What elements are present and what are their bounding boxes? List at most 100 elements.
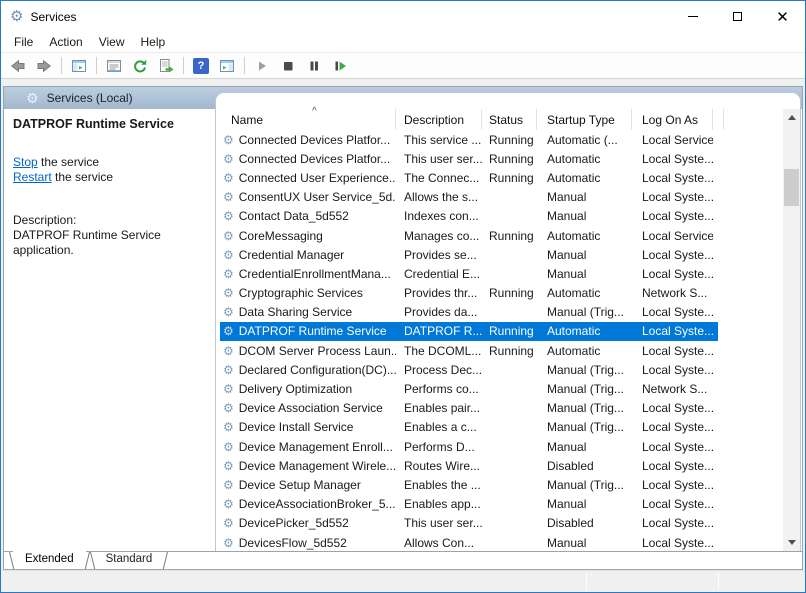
description-label: Description: xyxy=(13,213,202,228)
service-startup-type: Automatic (... xyxy=(537,130,632,149)
service-log-on-as: Local Service xyxy=(632,226,713,245)
row-extra xyxy=(713,149,718,168)
service-status: Running xyxy=(482,226,537,245)
scroll-down-button[interactable] xyxy=(783,534,800,551)
service-gear-icon: ⚙ xyxy=(223,134,234,146)
column-header-name[interactable]: Name ^ xyxy=(220,109,396,130)
service-name: CoreMessaging xyxy=(239,229,323,243)
row-extra xyxy=(713,303,718,322)
service-name: DevicePicker_5d552 xyxy=(239,516,349,530)
service-log-on-as: Network S... xyxy=(632,379,713,398)
menu-file[interactable]: File xyxy=(6,33,41,51)
row-extra xyxy=(713,514,718,533)
restart-service-button[interactable] xyxy=(328,54,352,77)
table-row[interactable]: ⚙DevicesFlow_5d552 Allows Con... Manual … xyxy=(220,533,783,551)
maximize-button[interactable] xyxy=(715,1,760,32)
table-row[interactable]: ⚙Device Association Service Enables pair… xyxy=(220,399,783,418)
forward-button[interactable] xyxy=(32,54,56,77)
service-log-on-as: Local Syste... xyxy=(632,514,713,533)
table-row[interactable]: ⚙Connected User Experience... The Connec… xyxy=(220,168,783,187)
scroll-up-button[interactable] xyxy=(783,109,800,126)
back-button[interactable] xyxy=(6,54,30,77)
vertical-scrollbar[interactable] xyxy=(783,109,800,551)
table-row[interactable]: ⚙Credential Manager Provides se... Manua… xyxy=(220,245,783,264)
menu-action[interactable]: Action xyxy=(41,33,90,51)
table-row[interactable]: ⚙DevicePicker_5d552 This user ser... Dis… xyxy=(220,514,783,533)
table-row[interactable]: ⚙Declared Configuration(DC)... Process D… xyxy=(220,360,783,379)
service-status xyxy=(482,495,537,514)
properties-button[interactable] xyxy=(102,54,126,77)
table-row[interactable]: ⚙DATPROF Runtime Service DATPROF R... Ru… xyxy=(220,322,783,341)
view-tab-strip: Extended Standard xyxy=(4,551,802,569)
row-extra xyxy=(713,245,718,264)
service-description: Provides da... xyxy=(396,303,482,322)
service-startup-type: Manual (Trig... xyxy=(537,475,632,494)
scroll-up-icon xyxy=(788,115,796,120)
table-row[interactable]: ⚙Device Management Wirele... Routes Wire… xyxy=(220,456,783,475)
column-header-description[interactable]: Description xyxy=(396,109,482,130)
table-row[interactable]: ⚙CredentialEnrollmentMana... Credential … xyxy=(220,264,783,283)
scrollbar-thumb[interactable] xyxy=(784,169,799,206)
table-row[interactable]: ⚙ConsentUX User Service_5d... Allows the… xyxy=(220,188,783,207)
show-action-pane-button[interactable] xyxy=(215,54,239,77)
table-row[interactable]: ⚙Contact Data_5d552 Indexes con... Manua… xyxy=(220,207,783,226)
service-description-block: Description: DATPROF Runtime Service app… xyxy=(13,213,202,258)
stop-service-button[interactable] xyxy=(276,54,300,77)
service-startup-type: Disabled xyxy=(537,514,632,533)
table-row[interactable]: ⚙CoreMessaging Manages co... Running Aut… xyxy=(220,226,783,245)
service-gear-icon: ⚙ xyxy=(223,230,234,242)
help-button[interactable]: ? xyxy=(189,54,213,77)
service-log-on-as: Local Syste... xyxy=(632,168,713,187)
window-title: Services xyxy=(30,10,76,24)
pause-service-button[interactable] xyxy=(302,54,326,77)
export-list-button[interactable] xyxy=(154,54,178,77)
console-tree-icon xyxy=(71,58,87,74)
service-description: Credential E... xyxy=(396,264,482,283)
minimize-button[interactable] xyxy=(670,1,715,32)
table-row[interactable]: ⚙Data Sharing Service Provides da... Man… xyxy=(220,303,783,322)
column-header-startup-type[interactable]: Startup Type xyxy=(537,109,632,130)
service-status: Running xyxy=(482,168,537,187)
row-extra xyxy=(713,130,718,149)
close-icon: ✕ xyxy=(776,8,789,26)
column-header-log-on-as[interactable]: Log On As xyxy=(632,109,713,130)
table-row[interactable]: ⚙Cryptographic Services Provides thr... … xyxy=(220,284,783,303)
stop-service-link[interactable]: Stop xyxy=(13,155,38,169)
service-startup-type: Manual xyxy=(537,188,632,207)
table-row[interactable]: ⚙Device Management Enroll... Performs D.… xyxy=(220,437,783,456)
service-gear-icon: ⚙ xyxy=(223,383,234,395)
table-row[interactable]: ⚙Connected Devices Platfor... This servi… xyxy=(220,130,783,149)
console-outer: ⚙ Services (Local) DATPROF Runtime Servi… xyxy=(1,79,805,570)
table-row[interactable]: ⚙Device Install Service Enables a c... M… xyxy=(220,418,783,437)
table-row[interactable]: ⚙DeviceAssociationBroker_5... Enables ap… xyxy=(220,495,783,514)
service-status xyxy=(482,360,537,379)
service-name: DeviceAssociationBroker_5... xyxy=(239,497,396,511)
restart-service-suffix: the service xyxy=(52,170,113,184)
table-row[interactable]: ⚙Connected Devices Platfor... This user … xyxy=(220,149,783,168)
forward-arrow-icon xyxy=(36,58,52,74)
service-description: DATPROF R... xyxy=(396,322,482,341)
refresh-button[interactable] xyxy=(128,54,152,77)
row-extra xyxy=(713,264,718,283)
service-gear-icon: ⚙ xyxy=(223,172,234,184)
tab-extended[interactable]: Extended xyxy=(13,551,86,569)
start-service-button[interactable] xyxy=(250,54,274,77)
tab-standard[interactable]: Standard xyxy=(94,552,165,569)
menu-help[interactable]: Help xyxy=(133,33,174,51)
restart-service-link[interactable]: Restart xyxy=(13,170,52,184)
menu-view[interactable]: View xyxy=(91,33,133,51)
column-header-status[interactable]: Status xyxy=(482,109,537,130)
service-gear-icon: ⚙ xyxy=(223,498,234,510)
table-row[interactable]: ⚙DCOM Server Process Laun... The DCOML..… xyxy=(220,341,783,360)
service-gear-icon: ⚙ xyxy=(223,287,234,299)
service-status xyxy=(482,188,537,207)
table-row[interactable]: ⚙Delivery Optimization Performs co... Ma… xyxy=(220,379,783,398)
service-status xyxy=(482,303,537,322)
show-console-tree-button[interactable] xyxy=(67,54,91,77)
scroll-down-icon xyxy=(788,540,796,545)
table-row[interactable]: ⚙Device Setup Manager Enables the ... Ma… xyxy=(220,475,783,494)
service-description: Enables the ... xyxy=(396,475,482,494)
stop-service-line: Stop the service xyxy=(13,155,202,170)
service-log-on-as: Local Syste... xyxy=(632,456,713,475)
close-button[interactable]: ✕ xyxy=(760,1,805,32)
